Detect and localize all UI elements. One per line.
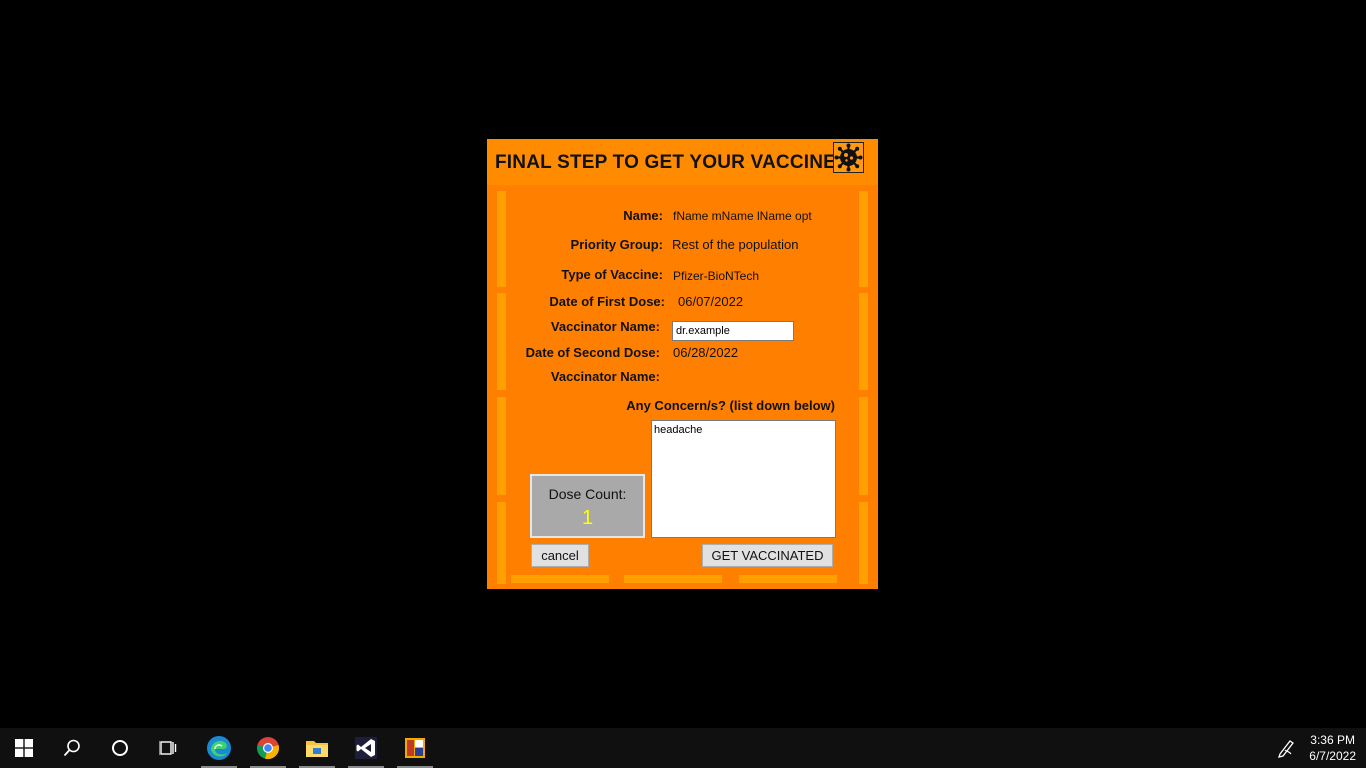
name-label: Name: [623,208,663,223]
vaccine-type-value: Pfizer-BioNTech [673,269,760,283]
pen-icon[interactable] [1276,738,1296,758]
clock-time: 3:36 PM [1310,733,1355,747]
second-dose-label: Date of Second Dose: [525,345,660,360]
decor-bar [497,397,506,495]
edge-icon[interactable] [199,728,239,768]
second-dose-value: 06/28/2022 [673,345,739,360]
clock-date: 6/7/2022 [1309,749,1356,763]
decor-bar [859,293,868,390]
decor-bar [859,191,868,287]
dose-count-value: 1 [581,507,594,529]
decor-bar [739,575,837,583]
priority-group-value: Rest of the population [672,237,799,252]
dialog-title: FINAL STEP TO GET YOUR VACCINE [495,152,837,173]
chrome-icon[interactable] [248,728,288,768]
priority-group-label: Priority Group: [570,237,663,252]
file-explorer-icon[interactable] [297,728,337,768]
system-clock[interactable]: 3:36 PM 6/7/2022 [1309,732,1356,764]
search-icon[interactable] [52,728,92,768]
name-value: fName mName lName opt [673,209,812,223]
decor-bar [859,397,868,495]
decor-bar [497,191,506,287]
cancel-button[interactable]: cancel [531,544,589,567]
decor-bar [624,575,722,583]
dose-count-label: Dose Count: [548,486,627,502]
decor-bar [497,293,506,390]
title-bar: FINAL STEP TO GET YOUR VACCINE [487,139,878,185]
vaccinator-name-label: Vaccinator Name: [550,319,660,334]
virus-icon [833,142,864,173]
decor-bar [497,502,506,584]
first-dose-value: 06/07/2022 [678,294,744,309]
get-vaccinated-button[interactable]: GET VACCINATED [702,544,833,567]
vaccine-type-label: Type of Vaccine: [561,267,663,282]
second-vaccinator-name-label: Vaccinator Name: [550,369,660,384]
vaccine-dialog: FINAL STEP TO GET YOUR VACCINE Name: fNa… [487,139,878,589]
dose-count-box: Dose Count: 1 [530,474,645,538]
windows-start-icon[interactable] [4,728,44,768]
first-dose-label: Date of First Dose: [549,294,665,309]
decor-bar [859,502,868,584]
concerns-label: Any Concern/s? (list down below) [626,398,835,413]
visual-studio-icon[interactable] [346,728,386,768]
task-view-icon[interactable] [148,728,188,768]
taskbar: 3:36 PM 6/7/2022 [0,728,1366,768]
app-icon[interactable] [395,728,435,768]
concerns-textarea[interactable]: headache [651,420,836,538]
cortana-icon[interactable] [100,728,140,768]
vaccinator-name-input[interactable] [672,321,794,341]
decor-bar [511,575,609,583]
